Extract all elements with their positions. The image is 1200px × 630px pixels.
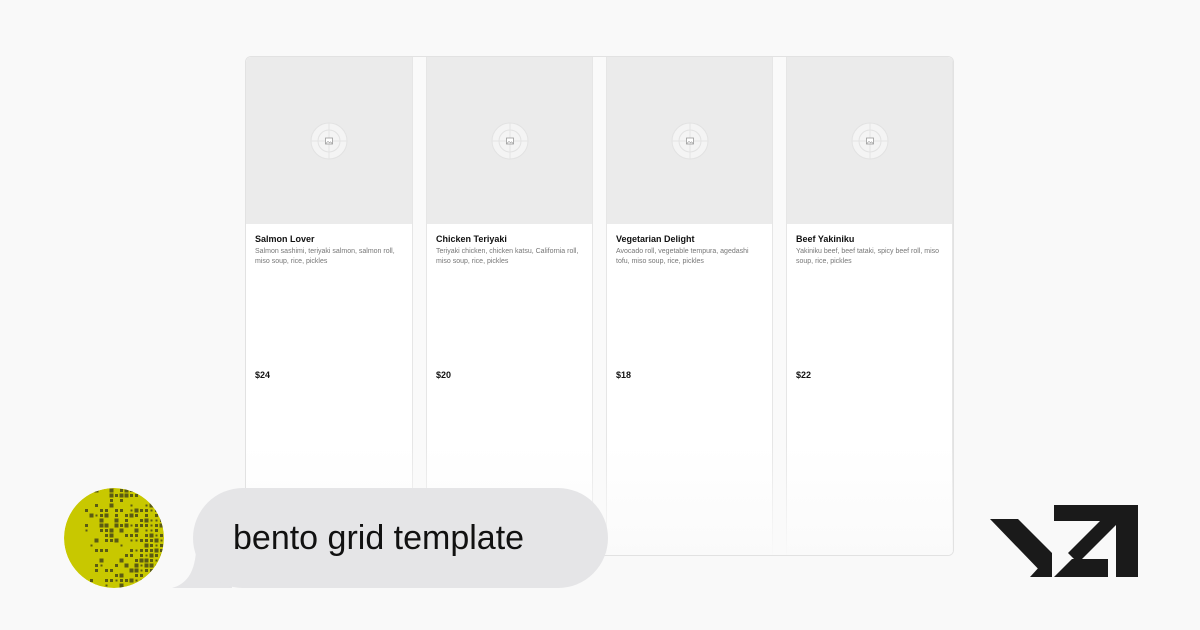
v0-logo-icon (990, 505, 1138, 577)
product-image-placeholder (607, 57, 772, 224)
image-icon (851, 122, 888, 159)
product-card[interactable]: Chicken Teriyaki Teriyaki chicken, chick… (426, 57, 593, 555)
product-card[interactable]: Vegetarian Delight Avocado roll, vegetab… (606, 57, 773, 555)
avatar (64, 488, 164, 588)
chat-message: bento grid template (233, 519, 525, 557)
product-title: Vegetarian Delight (616, 234, 695, 244)
product-description: Teriyaki chicken, chicken katsu, Califor… (436, 248, 579, 265)
product-image-placeholder (427, 57, 592, 224)
product-image-placeholder (246, 57, 412, 224)
product-title: Chicken Teriyaki (436, 234, 507, 244)
image-icon (491, 122, 528, 159)
product-price: $22 (796, 370, 812, 380)
product-title: Salmon Lover (255, 234, 315, 244)
product-price: $20 (436, 370, 452, 380)
product-card[interactable]: Salmon Lover Salmon sashimi, teriyaki sa… (246, 57, 413, 555)
pixel-dither-avatar-icon (64, 488, 164, 588)
product-description: Salmon sashimi, teriyaki salmon, salmon … (255, 248, 395, 265)
product-price: $24 (255, 370, 271, 380)
product-description: Avocado roll, vegetable tempura, agedash… (616, 248, 749, 265)
bento-grid-preview: Salmon Lover Salmon sashimi, teriyaki sa… (245, 56, 954, 556)
image-icon (671, 122, 708, 159)
product-image-placeholder (787, 57, 952, 224)
product-title: Beef Yakiniku (796, 234, 855, 244)
product-price: $18 (616, 370, 632, 380)
chat-bubble: bento grid template (193, 488, 608, 588)
image-icon (310, 122, 348, 159)
product-card[interactable]: Beef Yakiniku Yakiniku beef, beef tataki… (786, 57, 953, 555)
product-description: Yakiniku beef, beef tataki, spicy beef r… (796, 248, 940, 265)
